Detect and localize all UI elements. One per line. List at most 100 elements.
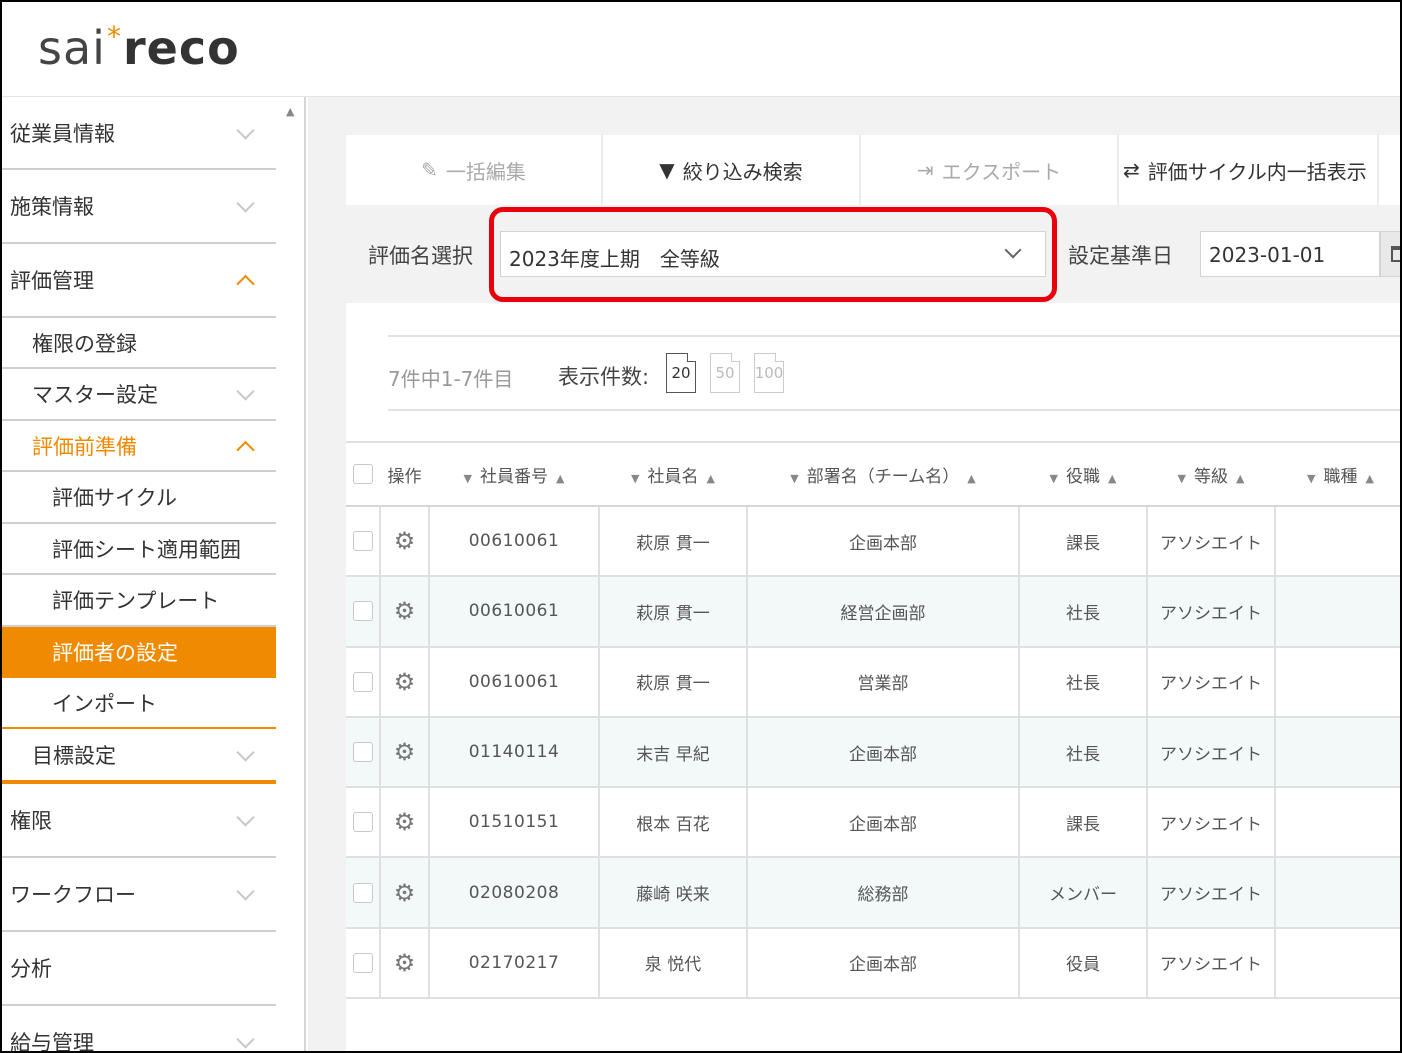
sidebar-item-master-settings[interactable]: マスター設定 xyxy=(2,369,276,421)
export-button[interactable]: ⇥ エクスポート xyxy=(861,135,1119,205)
calendar-button[interactable] xyxy=(1380,231,1400,277)
sidebar-item-policy-info[interactable]: 施策情報 xyxy=(2,170,276,244)
sort-asc-icon[interactable]: ▲ xyxy=(967,472,975,485)
position-cell: 課長 xyxy=(1019,787,1148,859)
filter-search-button[interactable]: ▼ 絞り込み検索 xyxy=(603,135,861,205)
sidebar-item-label: 評価前準備 xyxy=(32,434,137,459)
sidebar-item-label: マスター設定 xyxy=(32,383,158,407)
cycle-bulk-view-button[interactable]: ⇄ 評価サイクル内一括表示 xyxy=(1119,135,1379,205)
employee-number-cell: 02080208 xyxy=(429,857,600,929)
column-header-job-type[interactable]: ▼ 職種 ▲ xyxy=(1275,441,1400,507)
chevron-down-icon xyxy=(236,120,255,140)
column-header-employee-number[interactable]: ▼ 社員番号 ▲ xyxy=(429,441,599,507)
sidebar-item-label: 給与管理 xyxy=(10,1031,94,1053)
sidebar-item-employee-info[interactable]: 従業員情報 xyxy=(2,97,276,170)
sort-asc-icon[interactable]: ▲ xyxy=(1236,472,1244,485)
gear-icon[interactable]: ⚙ xyxy=(394,879,416,907)
calendar-icon xyxy=(1391,246,1400,262)
base-date-label: 設定基準日 xyxy=(1068,244,1173,268)
sidebar: 従業員情報 施策情報 評価管理 権限の登録 マスター設定 評価前準備 評価サイク… xyxy=(2,97,278,1053)
sidebar-item-evaluation-cycle[interactable]: 評価サイクル xyxy=(2,472,276,524)
column-header-label: 職種 xyxy=(1323,466,1358,487)
base-date-input[interactable]: 2023-01-01 xyxy=(1200,231,1380,277)
sort-desc-icon[interactable]: ▼ xyxy=(1307,472,1315,485)
table-row: ⚙ 00610061 萩原 貫一 経営企画部 社長 アソシエイト xyxy=(346,576,1400,648)
row-checkbox[interactable] xyxy=(352,882,373,903)
sidebar-item-import[interactable]: インポート xyxy=(2,678,276,729)
sidebar-item-label: インポート xyxy=(52,691,157,716)
sidebar-item-sheet-scope[interactable]: 評価シート適用範囲 xyxy=(2,524,276,575)
sidebar-item-analysis[interactable]: 分析 xyxy=(2,932,276,1006)
scroll-up-arrow-icon[interactable]: ▲ xyxy=(286,105,294,118)
sort-desc-icon[interactable]: ▼ xyxy=(464,472,472,485)
sort-desc-icon[interactable]: ▼ xyxy=(790,472,798,485)
row-checkbox[interactable] xyxy=(352,952,373,973)
position-cell: 社長 xyxy=(1019,576,1148,648)
sidebar-scrollbar[interactable]: ▲ xyxy=(278,97,306,1051)
sidebar-item-goal-setting[interactable]: 目標設定 xyxy=(2,729,276,784)
sort-desc-icon[interactable]: ▼ xyxy=(631,472,639,485)
export-icon: ⇥ xyxy=(916,158,934,182)
gear-icon[interactable]: ⚙ xyxy=(394,597,416,625)
sidebar-item-label: 評価テンプレート xyxy=(52,589,220,613)
gear-icon[interactable]: ⚙ xyxy=(394,808,416,836)
sidebar-item-payroll[interactable]: 給与管理 xyxy=(2,1006,276,1053)
sidebar-item-pre-evaluation[interactable]: 評価前準備 xyxy=(2,421,276,472)
grade-cell: アソシエイト xyxy=(1147,576,1276,648)
sort-asc-icon[interactable]: ▲ xyxy=(707,472,715,485)
per-page-20-button[interactable]: 20 xyxy=(666,353,696,393)
column-header-label: 社員番号 xyxy=(480,466,548,487)
row-checkbox[interactable] xyxy=(352,812,373,833)
employee-name-cell: 藤崎 咲来 xyxy=(599,857,748,929)
row-action-cell: ⚙ xyxy=(380,646,430,718)
grade-cell: アソシエイト xyxy=(1147,716,1276,789)
sidebar-item-permissions[interactable]: 権限 xyxy=(2,784,276,858)
chevron-up-icon xyxy=(236,274,255,294)
grade-cell: アソシエイト xyxy=(1147,646,1276,718)
column-header-department[interactable]: ▼ 部署名（チーム名） ▲ xyxy=(747,441,1019,507)
gear-icon[interactable]: ⚙ xyxy=(394,527,416,555)
sort-asc-icon[interactable]: ▲ xyxy=(1108,472,1116,485)
sort-asc-icon[interactable]: ▲ xyxy=(556,472,564,485)
row-action-cell: ⚙ xyxy=(380,716,430,789)
app-logo[interactable]: sai*reco xyxy=(38,20,240,75)
employee-name-cell: 末吉 早紀 xyxy=(599,716,748,789)
chevron-down-icon xyxy=(236,382,255,401)
per-page-100-button[interactable]: 100 xyxy=(754,353,784,393)
main-content: ✎ 一括編集 ▼ 絞り込み検索 ⇥ エクスポート ⇄ 評価サイクル内一括表示 評… xyxy=(308,97,1400,1051)
column-header-employee-name[interactable]: ▼ 社員名 ▲ xyxy=(599,441,747,507)
column-header-grade[interactable]: ▼ 等級 ▲ xyxy=(1147,441,1275,507)
column-header-position[interactable]: ▼ 役職 ▲ xyxy=(1019,441,1147,507)
gear-icon[interactable]: ⚙ xyxy=(394,668,416,696)
row-checkbox[interactable] xyxy=(352,601,373,622)
row-checkbox[interactable] xyxy=(352,531,373,552)
sidebar-item-workflow[interactable]: ワークフロー xyxy=(2,858,276,932)
bulk-edit-label: 一括編集 xyxy=(445,159,526,184)
job-type-cell xyxy=(1275,646,1400,718)
position-cell: 課長 xyxy=(1019,506,1148,578)
row-checkbox[interactable] xyxy=(352,671,373,692)
gear-icon[interactable]: ⚙ xyxy=(394,738,416,766)
sidebar-item-permission-registration[interactable]: 権限の登録 xyxy=(2,318,276,369)
select-all-checkbox[interactable] xyxy=(353,464,373,484)
gear-icon[interactable]: ⚙ xyxy=(394,949,416,977)
row-select-cell xyxy=(346,927,381,1000)
sort-asc-icon[interactable]: ▲ xyxy=(1366,472,1374,485)
sidebar-item-evaluation-template[interactable]: 評価テンプレート xyxy=(2,575,276,627)
table-row: ⚙ 01510151 根本 百花 企画本部 課長 アソシエイト xyxy=(346,787,1400,859)
job-type-cell xyxy=(1275,857,1400,929)
table-row: ⚙ 01140114 末吉 早紀 企画本部 社長 アソシエイト xyxy=(346,716,1400,789)
bulk-edit-button[interactable]: ✎ 一括編集 xyxy=(346,135,603,205)
per-page-50-button[interactable]: 50 xyxy=(710,353,740,393)
row-select-cell xyxy=(346,787,381,859)
sidebar-item-evaluation-management[interactable]: 評価管理 xyxy=(2,244,276,318)
sidebar-item-evaluator-settings[interactable]: 評価者の設定 xyxy=(2,627,276,678)
sort-desc-icon[interactable]: ▼ xyxy=(1178,472,1186,485)
sidebar-item-label: 評価管理 xyxy=(10,269,94,293)
row-action-cell: ⚙ xyxy=(380,787,430,859)
app-frame: sai*reco 従業員情報 施策情報 評価管理 権限の登録 マスター設定 評価… xyxy=(0,0,1402,1053)
chevron-down-icon xyxy=(236,882,255,901)
row-checkbox[interactable] xyxy=(352,742,373,763)
job-type-cell xyxy=(1275,927,1400,1000)
sort-desc-icon[interactable]: ▼ xyxy=(1050,472,1058,485)
